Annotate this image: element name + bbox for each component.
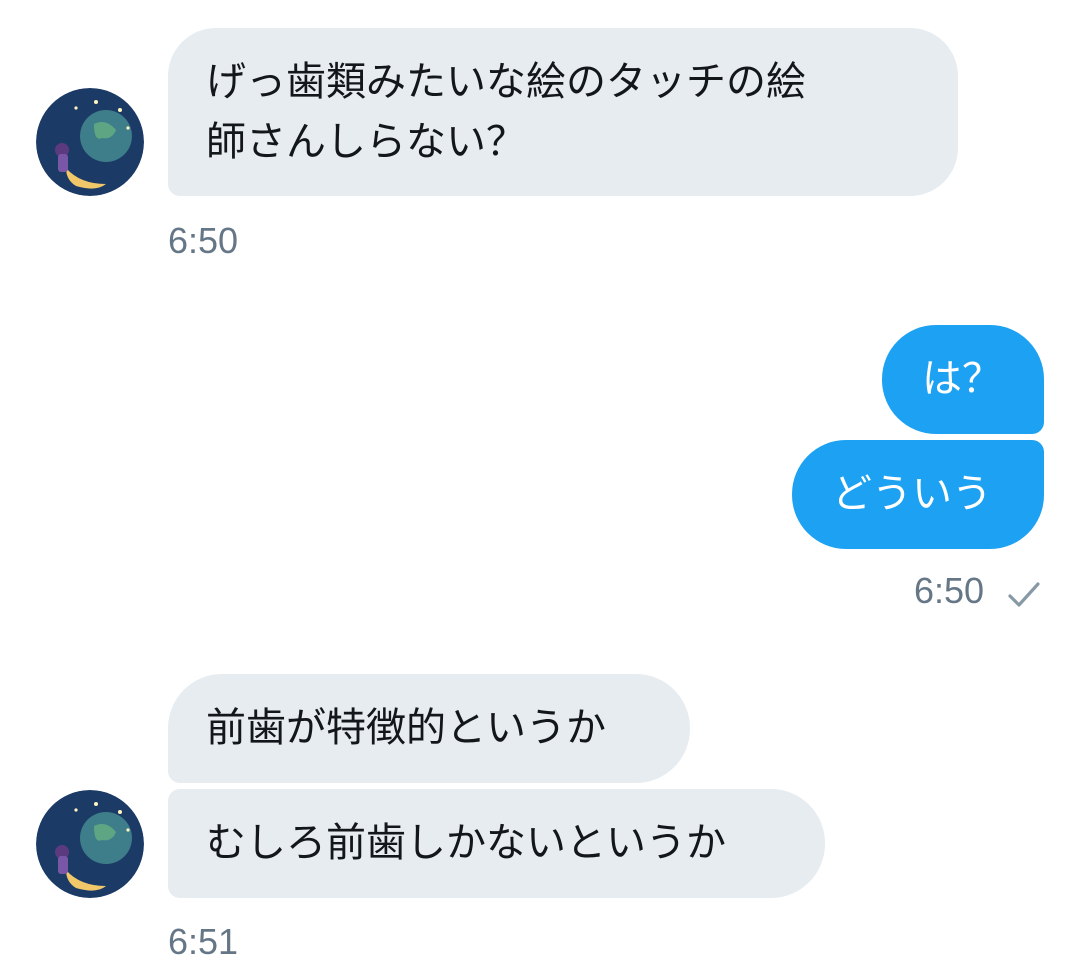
message-bubble[interactable]: どういう [792, 440, 1044, 549]
message-bubble[interactable]: 前歯が特徴的というか [168, 674, 690, 783]
message-bubble[interactable]: むしろ前歯しかないというか [168, 789, 825, 898]
checkmark-icon [1008, 582, 1040, 607]
message-timestamp: 6:51 [168, 921, 239, 962]
avatar[interactable] [36, 88, 144, 196]
message-timestamp: 6:50 [914, 570, 985, 611]
avatar[interactable] [36, 790, 144, 898]
moon-avatar-icon [36, 790, 144, 898]
message-bubble[interactable]: げっ歯類みたいな絵のタッチの絵 師さんしらない？ [168, 28, 958, 196]
moon-avatar-icon [36, 88, 144, 196]
message-timestamp: 6:50 [168, 220, 239, 261]
message-bubble[interactable]: は？ [882, 325, 1044, 434]
